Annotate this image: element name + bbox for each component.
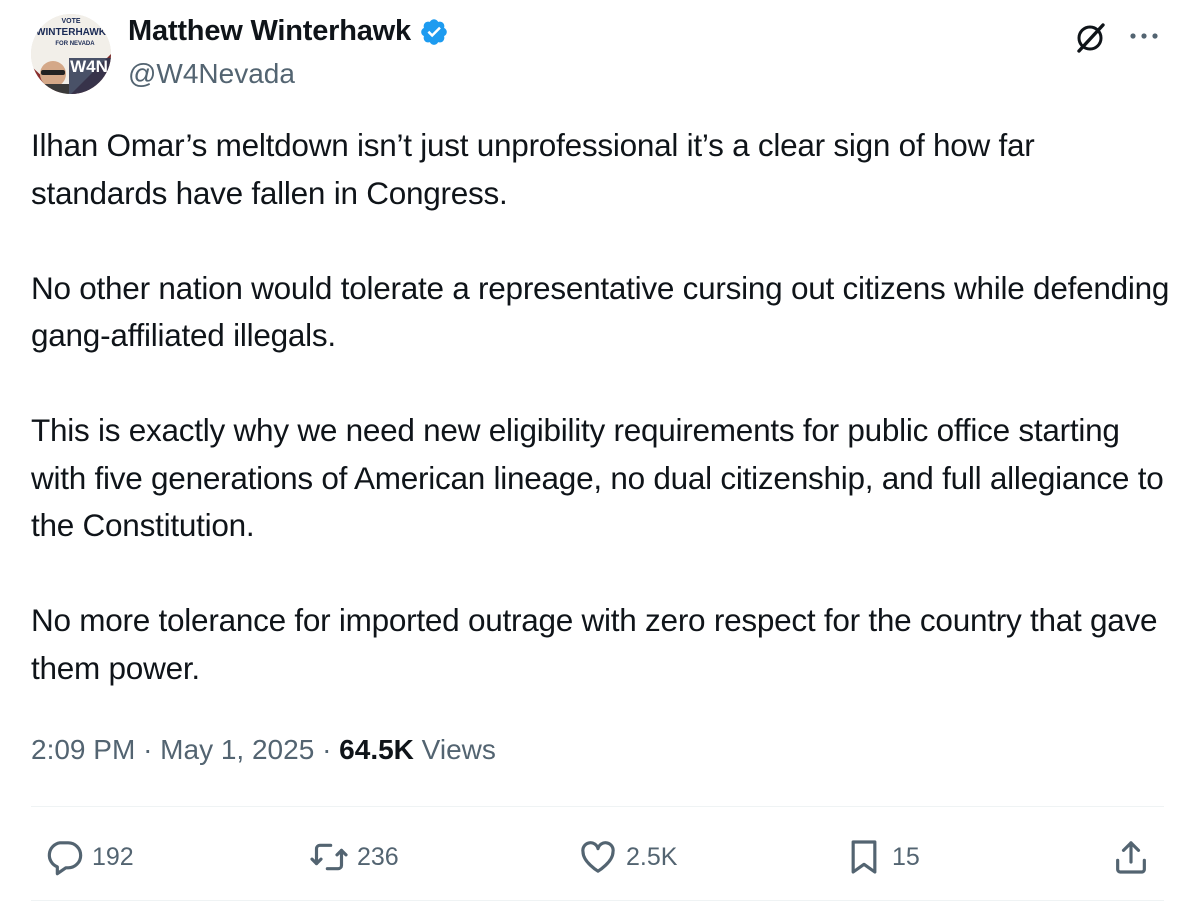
avatar[interactable]: VOTE WINTERHAWK FOR NEVADA W4N [31,14,111,94]
share-icon [1116,841,1146,874]
tweet-paragraph: This is exactly why we need new eligibil… [31,412,1164,543]
tweet-paragraph: Ilhan Omar’s meltdown isn’t just unprofe… [31,127,1035,211]
avatar-monogram: W4N [70,57,108,76]
tweet-paragraph: No more tolerance for imported outrage w… [31,602,1158,686]
tweet-text: Ilhan Omar’s meltdown isn’t just unprofe… [31,122,1171,692]
verified-badge-icon[interactable] [419,17,449,47]
author-handle[interactable]: @W4Nevada [128,58,295,90]
reply-icon [47,841,83,876]
avatar-text-region: FOR NEVADA [55,41,95,47]
avatar-text-vote: VOTE [61,18,80,25]
action-bar: 192 236 2.5K 15 [0,830,1194,884]
tweet-date[interactable]: May 1, 2025 [160,734,314,765]
meta-separator: · [322,734,332,765]
bookmark-button[interactable]: 15 [844,830,920,884]
views-label[interactable]: Views [422,734,496,765]
like-count: 2.5K [626,842,678,871]
meta-separator: · [143,734,153,765]
author-name-row[interactable]: Matthew Winterhawk [128,15,449,48]
reply-button[interactable]: 192 [44,830,134,884]
bookmark-icon [851,840,877,874]
author-display-name[interactable]: Matthew Winterhawk [128,15,411,48]
more-icon[interactable] [1126,24,1162,48]
avatar-text-name: WINTERHAWK [36,27,107,38]
share-button[interactable] [1111,830,1151,884]
tweet-paragraph: No other nation would tolerate a represe… [31,269,1170,354]
divider [31,900,1164,901]
tweet-time[interactable]: 2:09 PM [31,734,135,765]
bookmark-count: 15 [892,842,920,871]
views-count[interactable]: 64.5K [339,734,414,765]
repost-count: 236 [357,842,399,871]
repost-button[interactable]: 236 [309,830,399,884]
like-icon [581,841,615,873]
reply-count: 192 [92,842,134,871]
grok-icon[interactable] [1072,20,1108,56]
tweet-meta: 2:09 PM · May 1, 2025 · 64.5K Views [31,734,496,766]
repost-icon [310,843,348,871]
divider [31,806,1164,807]
avatar-image: VOTE WINTERHAWK FOR NEVADA W4N [31,14,111,94]
like-button[interactable]: 2.5K [578,830,677,884]
